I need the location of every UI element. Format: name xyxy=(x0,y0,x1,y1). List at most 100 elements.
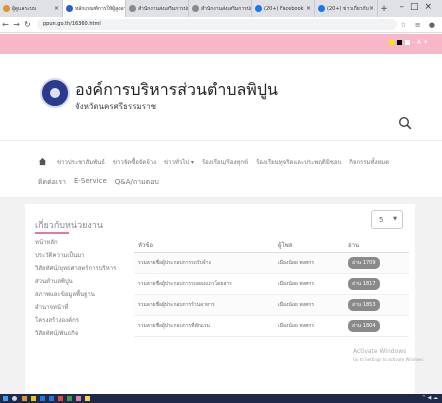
sidebar-item[interactable]: หน้าหลัก xyxy=(35,236,130,249)
tab-favicon-icon xyxy=(3,5,10,12)
new-tab-button[interactable]: + xyxy=(378,4,390,14)
per-page-value: 5 xyxy=(379,216,384,224)
post-author: เมืองน้อย พงศกร xyxy=(274,294,344,316)
column-header-author[interactable]: ผู้โพส xyxy=(274,239,344,253)
search-icon[interactable] xyxy=(398,116,412,130)
close-icon[interactable]: × xyxy=(369,5,374,12)
post-title-link[interactable]: รวมลายชื่อผู้ประกอบการรถรับจ้าง xyxy=(134,252,274,274)
post-author: เมืองน้อย พงศกร xyxy=(274,315,344,337)
close-icon[interactable]: × xyxy=(54,5,59,12)
posts-table: หัวข้อ ผู้โพส อ่าน รวมลายชื่อผู้ประกอบกา… xyxy=(134,239,409,337)
tab-favicon-icon xyxy=(129,5,136,12)
post-author: เมืองน้อย พงศกร xyxy=(274,252,344,274)
home-icon[interactable] xyxy=(38,157,47,166)
chevron-down-icon: ▼ xyxy=(393,216,397,222)
window-controls[interactable]: –□× xyxy=(399,2,438,12)
taskbar-app-icon[interactable] xyxy=(85,396,90,401)
taskbar-app-icon[interactable] xyxy=(49,396,54,401)
about-sidebar: หน้าหลัก ประวัติความเป็นมา วิสัยทัศน์/ยุ… xyxy=(35,236,130,340)
post-title-link[interactable]: รวมลายชื่อผู้ประกอบการร้านอาหาร xyxy=(134,294,274,316)
sidebar-item[interactable]: สภาพและข้อมูลพื้นฐาน xyxy=(35,288,130,301)
menu-item-activities[interactable]: กิจกรรมทั้งหมด xyxy=(349,157,389,167)
views-badge: อ่าน 1804 xyxy=(348,319,380,332)
table-row[interactable]: รวมลายชื่อผู้ประกอบการรถสองแถวโดยสาร เมื… xyxy=(134,273,409,295)
browser-tab[interactable]: สำนักงานส่งเสริมการปกครอง × xyxy=(189,0,252,17)
site-logo[interactable] xyxy=(40,78,70,108)
card-title: เกี่ยวกับหน่วยงาน xyxy=(35,221,104,231)
tab-label: สำนักงานส่งเสริมการปกครอง xyxy=(138,5,188,12)
sidebar-item[interactable]: ประวัติความเป็นมา xyxy=(35,249,130,262)
os-taskbar: ^ ◀ ☁ xyxy=(0,394,442,403)
table-header-row: หัวข้อ ผู้โพส อ่าน xyxy=(134,239,409,253)
search-icon[interactable] xyxy=(12,396,17,401)
browser-tab[interactable]: สำนักงานส่งเสริมการปกครอง × xyxy=(126,0,189,17)
forward-arrow-icon[interactable]: → xyxy=(11,20,22,29)
star-icon[interactable]: ☆ ≡ ● xyxy=(400,21,438,29)
sidebar-item[interactable]: ส่วนตำบลพิปูน xyxy=(35,275,130,288)
browser-tab[interactable]: (20+) ข่าวเกี่ยวกับ × xyxy=(315,0,378,17)
sidebar-item[interactable]: โครงสร้างองค์กร xyxy=(35,314,130,327)
column-header-title[interactable]: หัวข้อ xyxy=(134,239,274,253)
tab-label: สำนักงานส่งเสริมการปกครอง xyxy=(201,5,251,12)
table-row[interactable]: รวมลายชื่อผู้ประกอบการรถรับจ้าง เมืองน้อ… xyxy=(134,252,409,274)
post-title-link[interactable]: รวมลายชื่อผู้ประกอบการที่พักแรม xyxy=(134,315,274,337)
display-controls: - A + xyxy=(388,39,428,46)
color-yellow-button[interactable] xyxy=(388,40,394,45)
browser-tab[interactable]: ผู้ดูแลระบบ × xyxy=(0,0,63,17)
sidebar-item[interactable]: วิสัยทัศน์/พันธกิจ xyxy=(35,327,130,340)
tab-favicon-icon xyxy=(192,5,199,12)
post-author: เมืองน้อย พงศกร xyxy=(274,273,344,295)
menu-item-complaints[interactable]: ร้องเรียน/ร้องทุกข์ xyxy=(202,157,248,167)
menu-item-news[interactable]: ข่าวประชาสัมพันธ์ xyxy=(57,157,105,167)
url-input[interactable]: ppun.go.th/16360.html xyxy=(37,19,397,30)
tab-favicon-icon xyxy=(255,5,262,12)
site-header: องค์การบริหารส่วนตำบลพิปูน จังหวัดนครศรี… xyxy=(0,54,442,140)
font-size-controls[interactable]: - A + xyxy=(413,39,428,46)
taskbar-app-icon[interactable] xyxy=(76,396,81,401)
menu-item-qa[interactable]: Q&A/ถามตอบ xyxy=(115,177,159,188)
tab-label: (20+) ข่าวเกี่ยวกับ xyxy=(327,5,369,12)
menu-item-corruption-report[interactable]: ร้องเรียนทุจริตและประพฤติมิชอบ xyxy=(256,157,341,167)
title-underline xyxy=(35,232,69,234)
menu-item-e-service[interactable]: E-Service xyxy=(74,177,107,188)
post-title-link[interactable]: รวมลายชื่อผู้ประกอบการรถสองแถวโดยสาร xyxy=(134,273,274,295)
menu-item-contact[interactable]: ติดต่อเรา xyxy=(38,177,66,188)
top-accent-bar: - A + xyxy=(0,34,442,54)
address-bar-row: ← → ↻ ppun.go.th/16360.html ☆ ≡ ● xyxy=(0,17,442,33)
tab-favicon-icon xyxy=(318,5,325,12)
browser-tab[interactable]: (20+) Facebook × xyxy=(252,0,315,17)
watermark-line1: Activate Windows xyxy=(353,348,407,355)
views-badge: อ่าน 1817 xyxy=(348,277,380,290)
main-menu: ข่าวประชาสัมพันธ์ ข่าวจัดซื้อจัดจ้าง ข่า… xyxy=(0,140,442,198)
taskbar-app-icon[interactable] xyxy=(58,396,63,401)
column-header-views[interactable]: อ่าน xyxy=(344,239,409,253)
site-subtitle: จังหวัดนครศรีธรรมราช xyxy=(75,102,157,111)
watermark-line2: Go to Settings to activate Windows. xyxy=(353,357,425,362)
tab-favicon-icon xyxy=(66,5,73,12)
reload-icon[interactable]: ↻ xyxy=(22,20,33,29)
tab-label: ผู้ดูแลระบบ xyxy=(12,5,37,12)
close-icon[interactable]: × xyxy=(306,5,311,12)
windows-start-icon[interactable] xyxy=(3,396,8,401)
taskbar-app-icon[interactable] xyxy=(67,396,72,401)
menu-row-secondary: ติดต่อเรา E-Service Q&A/ถามตอบ xyxy=(38,177,159,188)
activate-windows-watermark: Activate Windows Go to Settings to activ… xyxy=(353,348,425,364)
system-tray[interactable]: ^ ◀ ☁ xyxy=(422,395,438,401)
back-arrow-icon[interactable]: ← xyxy=(0,20,11,29)
menu-item-procurement[interactable]: ข่าวจัดซื้อจัดจ้าง xyxy=(113,157,156,167)
taskbar-app-icon[interactable] xyxy=(22,396,27,401)
views-badge: อ่าน 1853 xyxy=(348,298,380,311)
color-black-button[interactable] xyxy=(396,40,402,45)
browser-tab-active[interactable]: หลักเกณฑ์การให้ผู้สูงอายุ × xyxy=(63,0,126,17)
tab-label: หลักเกณฑ์การให้ผู้สูงอายุ xyxy=(75,5,126,12)
tab-label: (20+) Facebook xyxy=(264,5,304,12)
table-row[interactable]: รวมลายชื่อผู้ประกอบการร้านอาหาร เมืองน้อ… xyxy=(134,294,409,316)
taskbar-app-icon[interactable] xyxy=(40,396,45,401)
taskbar-app-icon[interactable] xyxy=(31,396,36,401)
per-page-select[interactable]: 5 ▼ xyxy=(371,210,403,229)
color-white-button[interactable] xyxy=(404,40,410,45)
table-row[interactable]: รวมลายชื่อผู้ประกอบการที่พักแรม เมืองน้อ… xyxy=(134,315,409,337)
sidebar-item[interactable]: อำนาจหน้าที่ xyxy=(35,301,130,314)
sidebar-item[interactable]: วิสัยทัศน์/ยุทธศาสตร์การบริหาร xyxy=(35,262,130,275)
menu-item-general-news[interactable]: ข่าวทั่วไป ▾ xyxy=(164,157,194,167)
